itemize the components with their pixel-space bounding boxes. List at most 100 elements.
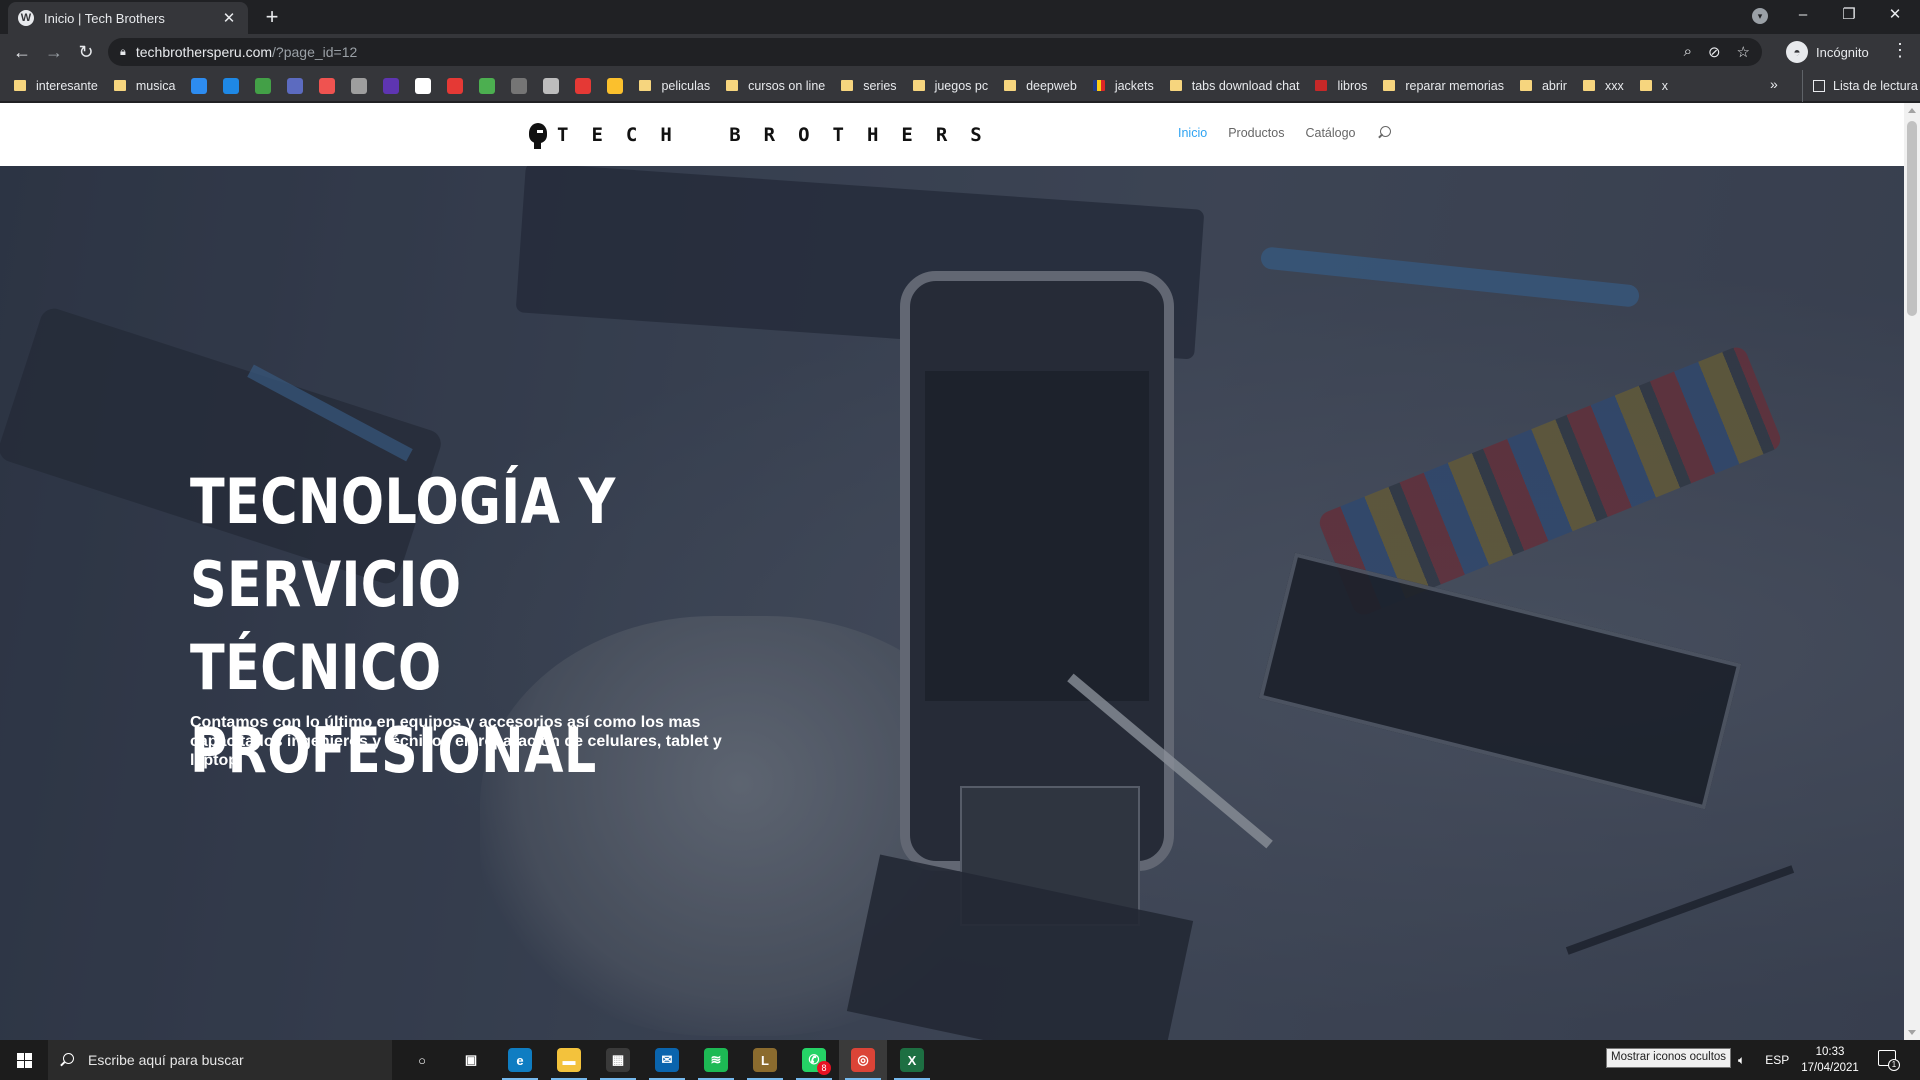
lock-icon[interactable]: 🔒︎ <box>120 46 126 59</box>
excel-icon: X <box>900 1048 924 1072</box>
third-party-cookies-icon[interactable]: ⊘ <box>1708 43 1721 61</box>
taskbar-clock[interactable]: 10:33 17/04/2021 <box>1796 1044 1864 1076</box>
clock-time: 10:33 <box>1815 1046 1845 1058</box>
bookmark-favicon-icon[interactable] <box>255 77 272 94</box>
back-button[interactable]: ← <box>10 40 34 64</box>
taskbar-app-task-view[interactable]: ▣ <box>447 1040 495 1080</box>
browser-menu-button[interactable]: ⋮ <box>1890 40 1910 61</box>
reload-button[interactable]: ↻ <box>74 40 98 64</box>
cortana-icon: ○ <box>418 1052 426 1068</box>
bookmark-favicon-icon[interactable] <box>543 77 560 94</box>
bookmark-item[interactable]: xxx <box>1582 79 1624 93</box>
taskbar-app-file-explorer[interactable]: ▬ <box>545 1040 593 1080</box>
reading-list-button[interactable]: Lista de lectura <box>1802 70 1918 102</box>
taskbar-app-cortana[interactable]: ○ <box>398 1040 446 1080</box>
scrollbar-thumb[interactable] <box>1907 121 1917 316</box>
taskbar-app-chrome[interactable]: ◎ <box>839 1040 887 1080</box>
bookmark-item[interactable]: musica <box>113 79 175 93</box>
language-indicator[interactable]: ESP <box>1765 1053 1789 1067</box>
bookmark-favicon-icon[interactable] <box>607 77 624 94</box>
bookmark-label: abrir <box>1541 78 1567 93</box>
taskbar-app-store[interactable]: ▦ <box>594 1040 642 1080</box>
hero-title-line: SERVICIO TÉCNICO <box>190 548 462 704</box>
bookmark-item[interactable]: libros <box>1315 79 1367 93</box>
forward-button[interactable]: → <box>42 40 66 64</box>
taskbar-app-whatsapp[interactable]: ✆ 8 <box>790 1040 838 1080</box>
tab-search-icon[interactable]: ▾ <box>1752 8 1768 24</box>
taskbar-app-excel[interactable]: X <box>888 1040 936 1080</box>
bookmark-favicon-icon <box>1315 80 1328 91</box>
bookmark-label: deepweb <box>1026 78 1077 93</box>
bookmark-item[interactable]: deepweb <box>1004 79 1077 93</box>
bookmark-favicon-icon[interactable] <box>223 77 240 94</box>
scroll-down-icon[interactable] <box>1908 1030 1916 1035</box>
tab-close-icon[interactable]: ✕ <box>220 9 238 27</box>
volume-icon[interactable]: 🔈︎ <box>1738 1053 1745 1068</box>
new-tab-button[interactable]: + <box>258 4 286 32</box>
bookmarks-bar: interesante musica peliculas cursos on line… <box>0 70 1920 102</box>
bookmark-item[interactable]: interesante <box>14 79 98 93</box>
taskbar-search-placeholder: Escribe aquí para buscar <box>88 1052 244 1068</box>
bookmark-item[interactable]: cursos on line <box>726 79 825 93</box>
omnibox-actions: ⌕ ⊘ ☆ <box>1684 43 1750 61</box>
bookmark-item[interactable]: reparar memorias <box>1383 79 1504 93</box>
bookmark-item[interactable]: abrir <box>1519 78 1567 93</box>
minimize-button[interactable]: – <box>1780 0 1826 30</box>
bookmark-favicon-icon[interactable] <box>415 77 432 94</box>
browser-tab[interactable]: W Inicio | Tech Brothers ✕ <box>8 2 248 34</box>
bookmark-star-icon[interactable]: ☆ <box>1737 43 1750 61</box>
site-logo[interactable]: TECH BROTHERS <box>527 119 1005 151</box>
bookmark-item[interactable]: tabs download chat <box>1169 79 1299 93</box>
folder-icon <box>1169 80 1182 91</box>
bookmark-item[interactable]: juegos pc <box>912 79 988 93</box>
address-bar[interactable]: 🔒︎ techbrothersperu.com /?page_id=12 ⌕ ⊘… <box>108 38 1762 66</box>
bookmark-label: peliculas <box>661 78 711 93</box>
bookmark-item[interactable]: x <box>1639 79 1668 93</box>
action-center-icon[interactable]: 1 <box>1878 1050 1900 1071</box>
incognito-profile-button[interactable]: ◓ Incógnito <box>1786 39 1869 65</box>
bookmark-favicon-icon[interactable] <box>351 77 368 94</box>
taskbar-app-mail[interactable]: ✉ <box>643 1040 691 1080</box>
zoom-icon[interactable]: ⌕ <box>1684 43 1692 61</box>
bookmark-favicon-icon[interactable] <box>575 77 592 94</box>
bookmark-favicon-icon <box>1092 80 1105 91</box>
page-scrollbar[interactable] <box>1904 103 1920 1040</box>
system-tray: 🔈︎ ESP <box>1738 1040 1789 1080</box>
taskbar-app-edge[interactable]: e <box>496 1040 544 1080</box>
bookmarks-overflow-button[interactable]: » <box>1770 76 1778 92</box>
bookmark-label: reparar memorias <box>1405 78 1504 93</box>
nav-catalogo[interactable]: Catálogo <box>1305 126 1355 140</box>
search-icon[interactable] <box>1377 126 1391 140</box>
bookmark-item[interactable]: jackets <box>1092 79 1154 93</box>
folder-icon <box>1383 80 1396 91</box>
bookmark-item[interactable]: series <box>841 79 897 93</box>
folder-icon <box>639 80 652 91</box>
site-favicon-icon: W <box>18 10 34 26</box>
task-view-icon: ▣ <box>464 1052 478 1067</box>
nav-inicio[interactable]: Inicio <box>1178 126 1207 140</box>
close-window-button[interactable]: ✕ <box>1872 0 1918 30</box>
scroll-up-icon[interactable] <box>1908 108 1916 113</box>
restore-button[interactable]: ❐ <box>1826 0 1872 30</box>
folder-icon <box>1582 80 1595 91</box>
bookmark-favicon-icon[interactable] <box>287 77 304 94</box>
nav-productos[interactable]: Productos <box>1228 126 1284 140</box>
start-button[interactable] <box>0 1040 48 1080</box>
bookmark-favicon-icon[interactable] <box>383 77 400 94</box>
bookmark-favicon-icon[interactable] <box>479 77 496 94</box>
bookmark-favicon-icon[interactable] <box>447 77 464 94</box>
window-controls: – ❐ ✕ <box>1780 0 1918 30</box>
bookmark-favicon-icon[interactable] <box>191 77 208 94</box>
bookmark-favicon-icon[interactable] <box>511 77 528 94</box>
taskbar-app-spotify[interactable]: ≋ <box>692 1040 740 1080</box>
url-host: techbrothersperu.com <box>135 44 273 60</box>
taskbar-search-box[interactable]: Escribe aquí para buscar <box>48 1040 392 1080</box>
notification-count: 1 <box>1888 1059 1900 1071</box>
bookmark-label: cursos on line <box>748 78 826 93</box>
taskbar-app-league[interactable]: L <box>741 1040 789 1080</box>
folder-icon <box>726 80 739 91</box>
bookmark-item[interactable]: peliculas <box>639 79 710 93</box>
hero-section: TECNOLOGÍA Y SERVICIO TÉCNICO PROFESIONA… <box>0 166 1904 1040</box>
tab-strip: W Inicio | Tech Brothers ✕ + ▾ – ❐ ✕ <box>0 0 1920 34</box>
bookmark-favicon-icon[interactable] <box>319 77 336 94</box>
